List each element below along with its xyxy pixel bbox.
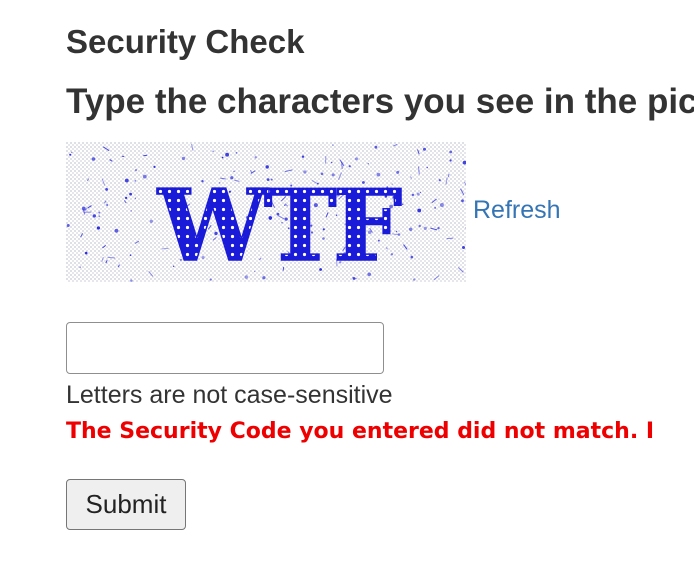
submit-button[interactable]: Submit <box>66 479 186 530</box>
refresh-link[interactable]: Refresh <box>473 195 561 225</box>
captcha-instruction: Type the characters you see in the pic <box>66 82 694 121</box>
captcha-image: WTF <box>66 142 466 282</box>
page-title: Security Check <box>66 23 305 60</box>
error-message: The Security Code you entered did not ma… <box>66 419 655 444</box>
security-code-input[interactable] <box>66 322 384 374</box>
case-sensitivity-hint: Letters are not case-sensitive <box>66 381 393 409</box>
captcha-text: WTF <box>157 169 402 282</box>
